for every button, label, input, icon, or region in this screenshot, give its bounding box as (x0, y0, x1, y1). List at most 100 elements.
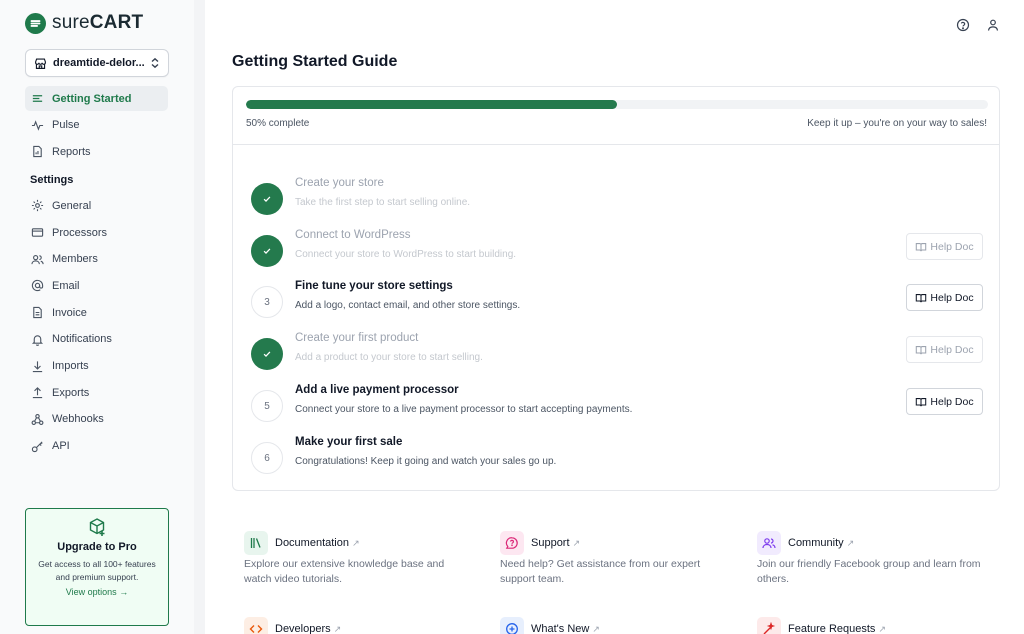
help-doc-label: Help Doc (930, 343, 974, 356)
nav-item-label: Reports (52, 145, 91, 158)
resource-title: Developers (275, 623, 331, 634)
step-payment-processor[interactable]: 5 Add a live payment processor Connect y… (251, 384, 983, 432)
nav-item-label: Webhooks (52, 413, 104, 426)
nav-item-members[interactable]: Members (25, 247, 168, 272)
users-icon (30, 252, 44, 266)
nav-item-label: Members (52, 253, 98, 266)
help-doc-button[interactable]: Help Doc (906, 233, 983, 260)
step-number: 5 (251, 390, 283, 422)
gear-icon (30, 199, 44, 213)
surecart-logo[interactable]: sureCART (25, 12, 143, 34)
resource-title: Documentation (275, 537, 349, 549)
step-description: Add a logo, contact email, and other sto… (295, 300, 521, 311)
step-title: Create your first product (295, 332, 419, 344)
view-options-link[interactable]: View options → (26, 587, 168, 597)
invoice-icon (30, 306, 44, 320)
bell-icon (30, 332, 44, 346)
step-description: Congratulations! Keep it going and watch… (295, 456, 557, 467)
cube-plus-icon (26, 517, 168, 537)
resource-title: What's New (531, 623, 590, 634)
nav-item-email[interactable]: Email (25, 273, 168, 298)
developers-link[interactable]: Developers ↗ (275, 623, 341, 634)
divider (233, 144, 999, 145)
step-first-sale[interactable]: 6 Make your first sale Congratulations! … (251, 436, 983, 484)
upgrade-title: Upgrade to Pro (57, 541, 137, 553)
at-icon (30, 279, 44, 293)
store-icon (34, 57, 47, 70)
books-icon (244, 531, 268, 555)
nav-item-webhooks[interactable]: Webhooks (25, 407, 168, 432)
view-options-label: View options (65, 587, 117, 597)
resource-support: Support ↗ Need help? Get assistance from… (500, 531, 730, 587)
nav-item-exports[interactable]: Exports (25, 380, 168, 405)
help-circle-icon[interactable] (956, 18, 970, 32)
step-description: Connect your store to a live payment pro… (295, 404, 633, 415)
resource-title: Support (531, 537, 570, 549)
upload-icon (30, 386, 44, 400)
check-icon (251, 338, 283, 370)
book-open-icon (915, 292, 927, 304)
resource-community: Community ↗ Join our friendly Facebook g… (757, 531, 987, 587)
nav-item-notifications[interactable]: Notifications (25, 327, 168, 352)
help-doc-button[interactable]: Help Doc (906, 336, 983, 363)
community-link[interactable]: Community ↗ (788, 537, 854, 549)
resource-description: Need help? Get assistance from our exper… (500, 558, 701, 585)
primary-nav: Getting Started Pulse Reports Settings G… (25, 86, 168, 460)
step-connect-wordpress[interactable]: Connect to WordPress Connect your store … (251, 229, 983, 277)
resource-whats-new: What's New ↗ (500, 617, 730, 634)
help-doc-button[interactable]: Help Doc (906, 284, 983, 311)
check-icon (251, 183, 283, 215)
nav-item-reports[interactable]: Reports (25, 139, 168, 164)
nav-item-general[interactable]: General (25, 193, 168, 218)
book-open-icon (915, 396, 927, 408)
step-description: Add a product to your store to start sel… (295, 352, 483, 363)
header-actions (956, 18, 1000, 32)
resource-feature-requests: Feature Requests ↗ (757, 617, 987, 634)
upgrade-description: Get access to all 100+ features and prem… (38, 559, 156, 582)
user-icon[interactable] (986, 18, 1000, 32)
nav-item-imports[interactable]: Imports (25, 354, 168, 379)
code-icon (244, 617, 268, 634)
help-doc-label: Help Doc (930, 291, 974, 304)
whats-new-link[interactable]: What's New ↗ (531, 623, 600, 634)
resource-documentation: Documentation ↗ Explore our extensive kn… (244, 531, 474, 587)
external-link-icon: ↗ (592, 624, 600, 634)
nav-item-processors[interactable]: Processors (25, 220, 168, 245)
community-icon (757, 531, 781, 555)
sidebar-gutter (194, 0, 205, 634)
nav-item-getting-started[interactable]: Getting Started (25, 86, 168, 111)
book-open-icon (915, 241, 927, 253)
nav-item-label: Imports (52, 360, 89, 372)
page-title: Getting Started Guide (232, 53, 398, 70)
nav-item-label: Notifications (52, 333, 112, 346)
nav-item-pulse[interactable]: Pulse (25, 113, 168, 138)
progress-label: 50% complete (246, 118, 310, 129)
external-link-icon: ↗ (846, 538, 855, 548)
step-title: Fine tune your store settings (295, 280, 453, 292)
main-content: Getting Started Guide 50% complete Keep … (205, 0, 1024, 634)
step-fine-tune-settings[interactable]: 3 Fine tune your store settings Add a lo… (251, 280, 983, 328)
book-open-icon (915, 344, 927, 356)
step-create-store[interactable]: Create your store Take the first step to… (251, 177, 983, 225)
report-icon (30, 145, 44, 159)
nav-item-api[interactable]: API (25, 434, 168, 459)
resource-description: Explore our extensive knowledge base and… (244, 558, 445, 585)
step-first-product[interactable]: Create your first product Add a product … (251, 332, 983, 380)
surecart-logo-icon (25, 12, 46, 34)
documentation-link[interactable]: Documentation ↗ (275, 537, 360, 549)
step-description: Take the first step to start selling onl… (295, 197, 471, 208)
external-link-icon: ↗ (572, 538, 581, 548)
pulse-icon (30, 118, 44, 132)
progress-message: Keep it up – you're on your way to sales… (807, 118, 987, 129)
getting-started-card: 50% complete Keep it up – you're on your… (232, 86, 1000, 491)
progress-fill (246, 100, 617, 109)
nav-item-label: Email (52, 279, 80, 292)
nav-item-label: API (52, 440, 70, 453)
support-link[interactable]: Support ↗ (531, 537, 580, 549)
help-doc-label: Help Doc (930, 395, 974, 408)
nav-item-invoice[interactable]: Invoice (25, 300, 168, 325)
store-selector[interactable]: dreamtide-delor... (25, 49, 169, 77)
resource-title: Community (788, 537, 844, 549)
help-doc-button[interactable]: Help Doc (906, 388, 983, 415)
feature-requests-link[interactable]: Feature Requests ↗ (788, 623, 886, 634)
